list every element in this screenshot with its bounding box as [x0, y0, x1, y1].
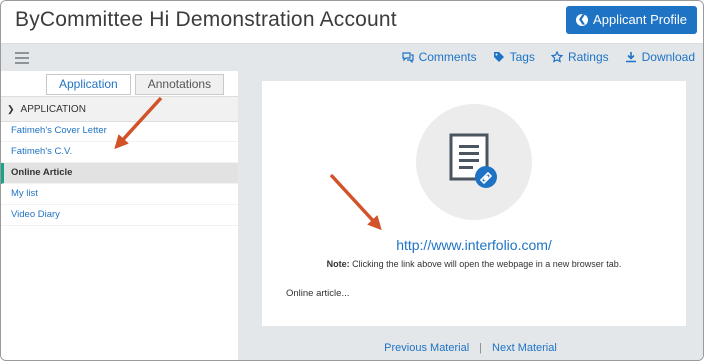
download-label: Download	[641, 50, 695, 64]
applicant-profile-button[interactable]: ❮ Applicant Profile	[566, 6, 697, 34]
note-text: Clicking the link above will open the we…	[349, 259, 622, 269]
toolbar: Comments Tags Ratings Download	[1, 44, 703, 71]
applicant-profile-label: Applicant Profile	[593, 12, 687, 27]
comments-icon	[401, 52, 414, 63]
tags-label: Tags	[509, 50, 535, 64]
article-link[interactable]: http://www.interfolio.com/	[262, 237, 686, 253]
note-label: Note:	[326, 259, 350, 269]
application-section-header[interactable]: ❯ APPLICATION	[1, 96, 238, 122]
download-button[interactable]: Download	[625, 50, 695, 64]
hamburger-menu-icon[interactable]	[15, 52, 29, 67]
material-card: http://www.interfolio.com/ Note: Clickin…	[262, 81, 686, 326]
ratings-button[interactable]: Ratings	[550, 50, 609, 64]
download-icon	[625, 52, 636, 63]
list-item-cv[interactable]: Fatimeh's C.V.	[1, 142, 238, 163]
tab-application[interactable]: Application	[46, 74, 131, 95]
chevron-down-icon: ❯	[7, 103, 15, 114]
list-item-my-list[interactable]: My list	[1, 184, 238, 205]
document-link-icon	[416, 104, 532, 220]
page-header: ByCommittee Hi Demonstration Account ❮ A…	[1, 1, 703, 44]
page-title: ByCommittee Hi Demonstration Account	[15, 8, 397, 31]
tag-icon	[493, 52, 504, 62]
material-description: Online article...	[286, 288, 350, 299]
pager-separator: |	[479, 342, 483, 354]
tags-button[interactable]: Tags	[493, 50, 535, 64]
materials-list: Fatimeh's Cover Letter Fatimeh's C.V. On…	[1, 121, 238, 226]
app-window: ByCommittee Hi Demonstration Account ❮ A…	[0, 0, 704, 361]
list-item-cover-letter[interactable]: Fatimeh's Cover Letter	[1, 121, 238, 142]
star-icon	[550, 51, 563, 63]
list-item-online-article[interactable]: Online Article	[1, 163, 238, 184]
ratings-label: Ratings	[567, 50, 609, 64]
list-item-video-diary[interactable]: Video Diary	[1, 205, 238, 226]
tab-annotations[interactable]: Annotations	[134, 74, 225, 95]
sidebar: Application Annotations ❯ APPLICATION Fa…	[1, 71, 239, 360]
main-content: http://www.interfolio.com/ Note: Clickin…	[238, 71, 703, 360]
comments-label: Comments	[418, 50, 477, 64]
toolbar-actions: Comments Tags Ratings Download	[401, 50, 695, 64]
arrow-left-circle-icon: ❮	[576, 14, 589, 26]
comments-button[interactable]: Comments	[401, 50, 477, 64]
material-pager: Previous Material | Next Material	[238, 342, 703, 354]
next-material-link[interactable]: Next Material	[492, 342, 557, 354]
link-note: Note: Clicking the link above will open …	[262, 259, 686, 269]
previous-material-link[interactable]: Previous Material	[384, 342, 469, 354]
section-title: APPLICATION	[20, 103, 86, 115]
sidebar-tabs: Application Annotations	[46, 74, 225, 95]
